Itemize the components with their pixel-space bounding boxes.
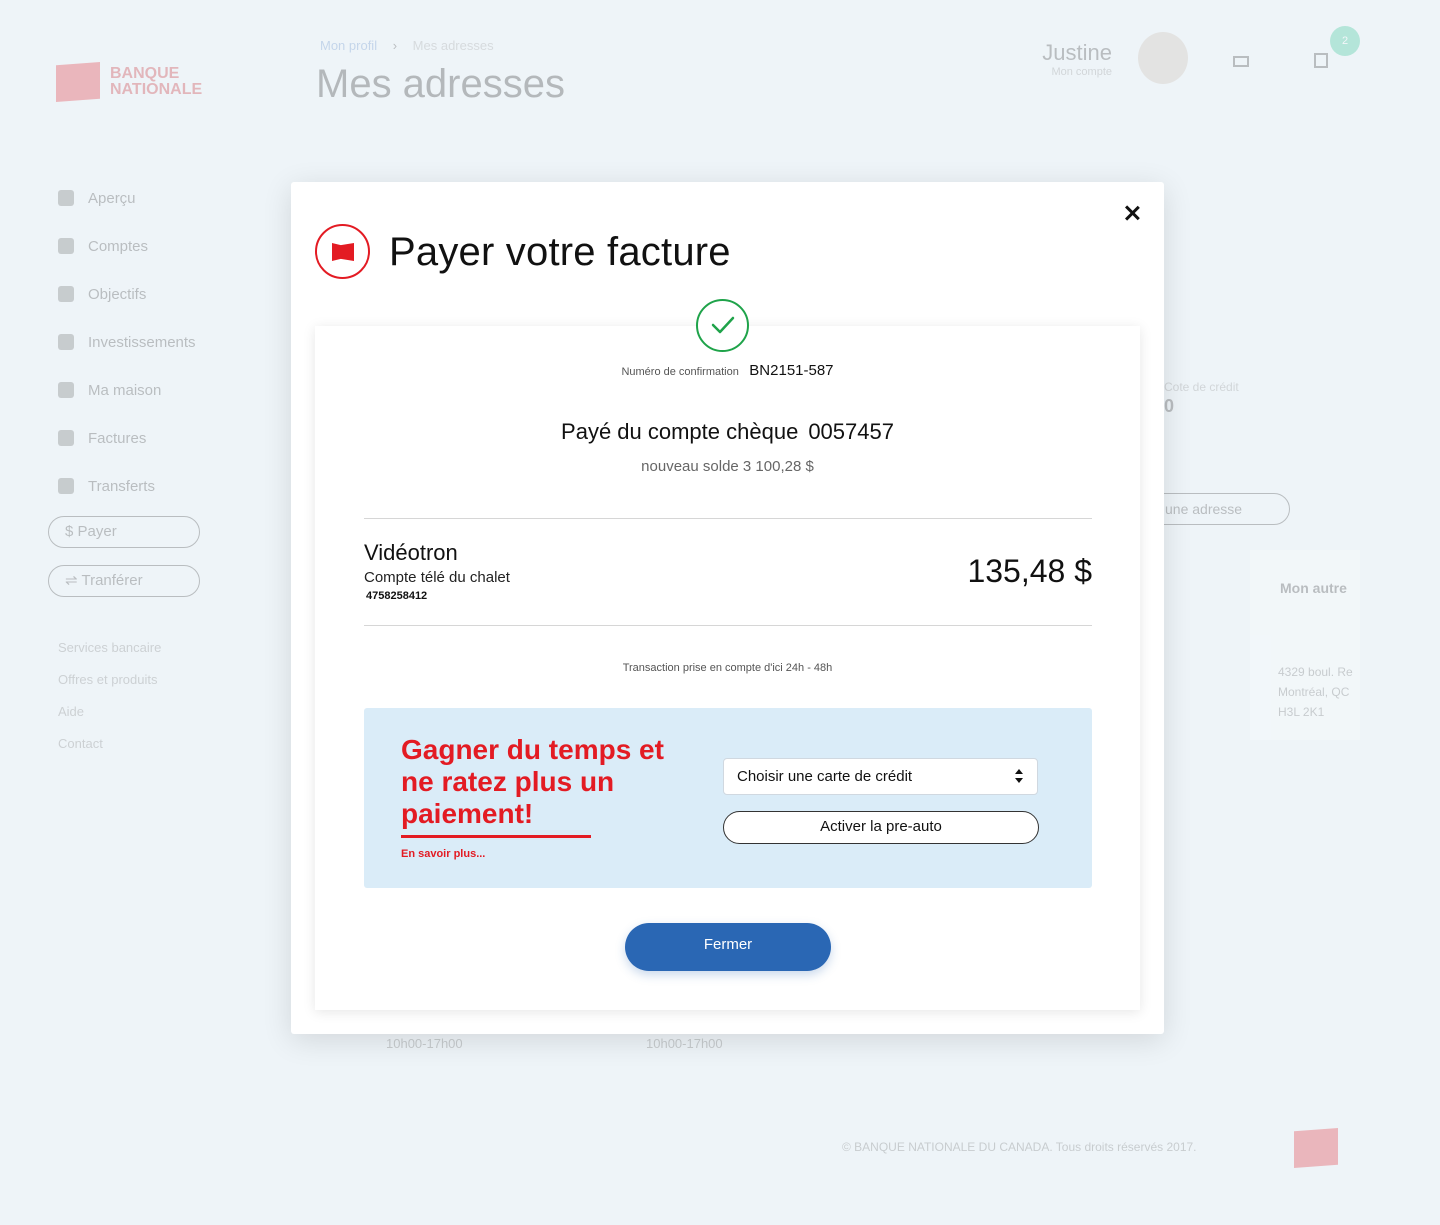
wallet-icon: [58, 238, 74, 254]
address-panel-title: Mon autre: [1280, 580, 1347, 596]
flag-logo-icon: [56, 62, 100, 102]
sidebar-item-label: Transferts: [88, 477, 155, 495]
checkmark-svg: [711, 316, 735, 334]
link-offres[interactable]: Offres et produits: [58, 664, 161, 696]
flag-icon: [332, 243, 354, 261]
close-icon[interactable]: [1121, 202, 1143, 224]
divider: [364, 625, 1092, 626]
grid-icon: [58, 190, 74, 206]
new-balance: nouveau solde 3 100,28 $: [641, 458, 814, 475]
select-arrows-icon: [1015, 768, 1023, 786]
credit-card-select-value: Choisir une carte de crédit: [737, 768, 913, 785]
paid-from-label: Payé du compte chèque: [561, 419, 799, 444]
address-panel-lines: 4329 boul. Re Montréal, QC H3L 2K1: [1278, 662, 1353, 722]
confirmation-number: BN2151-587: [749, 362, 834, 379]
user-name: Justine: [1042, 40, 1112, 65]
sidebar-item-comptes[interactable]: Comptes: [58, 222, 196, 270]
promo-underline: [401, 835, 591, 838]
bank-logo: BANQUE NATIONALE: [56, 62, 220, 102]
sidebar-item-label: Investissements: [88, 333, 196, 351]
sidebar-item-objectifs[interactable]: Objectifs: [58, 270, 196, 318]
confirmation-label: Numéro de confirmation: [621, 366, 739, 378]
link-aide[interactable]: Aide: [58, 696, 161, 728]
sidebar-item-label: Factures: [88, 429, 147, 447]
divider: [364, 518, 1092, 519]
transfer-button[interactable]: ⇌ Tranférer: [48, 565, 200, 597]
logo-text: BANQUE NATIONALE: [110, 65, 203, 98]
brand-badge: [315, 224, 370, 279]
layers-icon: [58, 286, 74, 302]
address-line: 4329 boul. Re: [1278, 665, 1353, 679]
learn-more-link[interactable]: En savoir plus...: [401, 848, 485, 860]
payment-amount: 135,48 $: [967, 553, 1092, 589]
credit-label: Cote de crédit: [1164, 380, 1239, 394]
sidebar-item-label: Objectifs: [88, 285, 147, 303]
mail-icon[interactable]: [1233, 56, 1249, 67]
hours-1: 10h00-17h00: [386, 1036, 463, 1051]
sidebar-item-factures[interactable]: Factures: [58, 414, 196, 462]
cart-badge: 2: [1330, 26, 1360, 56]
link-contact[interactable]: Contact: [58, 728, 161, 760]
account-number: 0057457: [808, 419, 894, 444]
pay-button[interactable]: $ Payer: [48, 516, 200, 548]
page-title: Mes adresses: [316, 62, 565, 106]
footer-copyright: © BANQUE NATIONALE DU CANADA. Tous droit…: [842, 1140, 1197, 1154]
credit-card-select[interactable]: Choisir une carte de crédit: [723, 758, 1038, 795]
address-line: H3L 2K1: [1278, 705, 1325, 719]
confirmation-card: Numéro de confirmation BN2151-587 Payé d…: [315, 299, 1140, 1010]
sidebar: Aperçu Comptes Objectifs Investissements…: [58, 174, 196, 510]
link-services[interactable]: Services bancaire: [58, 632, 161, 664]
check-icon: [696, 299, 749, 352]
activate-preauth-button[interactable]: Activer la pre-auto: [723, 811, 1039, 844]
breadcrumb-parent[interactable]: Mon profil: [320, 38, 377, 53]
bar-chart-icon: [58, 334, 74, 350]
avatar[interactable]: [1138, 32, 1188, 84]
user-subtitle: Mon compte: [1051, 66, 1112, 78]
promo-banner: Gagner du temps et ne ratez plus un paie…: [364, 708, 1092, 888]
payee-description: Compte télé du chalet: [364, 569, 510, 586]
sidebar-item-ma-maison[interactable]: Ma maison: [58, 366, 196, 414]
confirmation-row: Numéro de confirmation BN2151-587: [315, 362, 1140, 380]
document-icon: [58, 430, 74, 446]
payee-name: Vidéotron: [364, 540, 458, 565]
promo-title: Gagner du temps et ne ratez plus un paie…: [401, 734, 664, 829]
sidebar-item-label: Aperçu: [88, 189, 136, 207]
credit-value: 0: [1164, 396, 1175, 416]
user-block[interactable]: Justine Mon compte: [1030, 40, 1112, 78]
address-line: Montréal, QC: [1278, 685, 1350, 699]
close-button[interactable]: Fermer: [625, 923, 831, 971]
cart-icon[interactable]: [1314, 53, 1328, 68]
sidebar-item-label: Ma maison: [88, 381, 162, 399]
payee-number: 4758258412: [366, 590, 428, 602]
breadcrumb: Mon profil › Mes adresses: [320, 38, 494, 53]
sidebar-item-apercu[interactable]: Aperçu: [58, 174, 196, 222]
sidebar-links: Services bancaire Offres et produits Aid…: [58, 632, 161, 760]
hours-2: 10h00-17h00: [646, 1036, 723, 1051]
sidebar-item-transferts[interactable]: Transferts: [58, 462, 196, 510]
payment-modal: Payer votre facture Numéro de confirmati…: [291, 182, 1164, 1034]
modal-title: Payer votre facture: [389, 230, 731, 274]
pie-icon: [58, 382, 74, 398]
transaction-notice: Transaction prise en compte d'ici 24h - …: [622, 662, 833, 674]
sidebar-item-label: Comptes: [88, 237, 149, 255]
chevron-right-icon: ›: [392, 38, 398, 53]
flag-logo-icon: [1294, 1128, 1338, 1168]
sidebar-item-investissements[interactable]: Investissements: [58, 318, 196, 366]
paid-from: Payé du compte chèque 0057457: [315, 419, 1140, 445]
users-icon: [58, 478, 74, 494]
breadcrumb-current: Mes adresses: [412, 38, 494, 53]
